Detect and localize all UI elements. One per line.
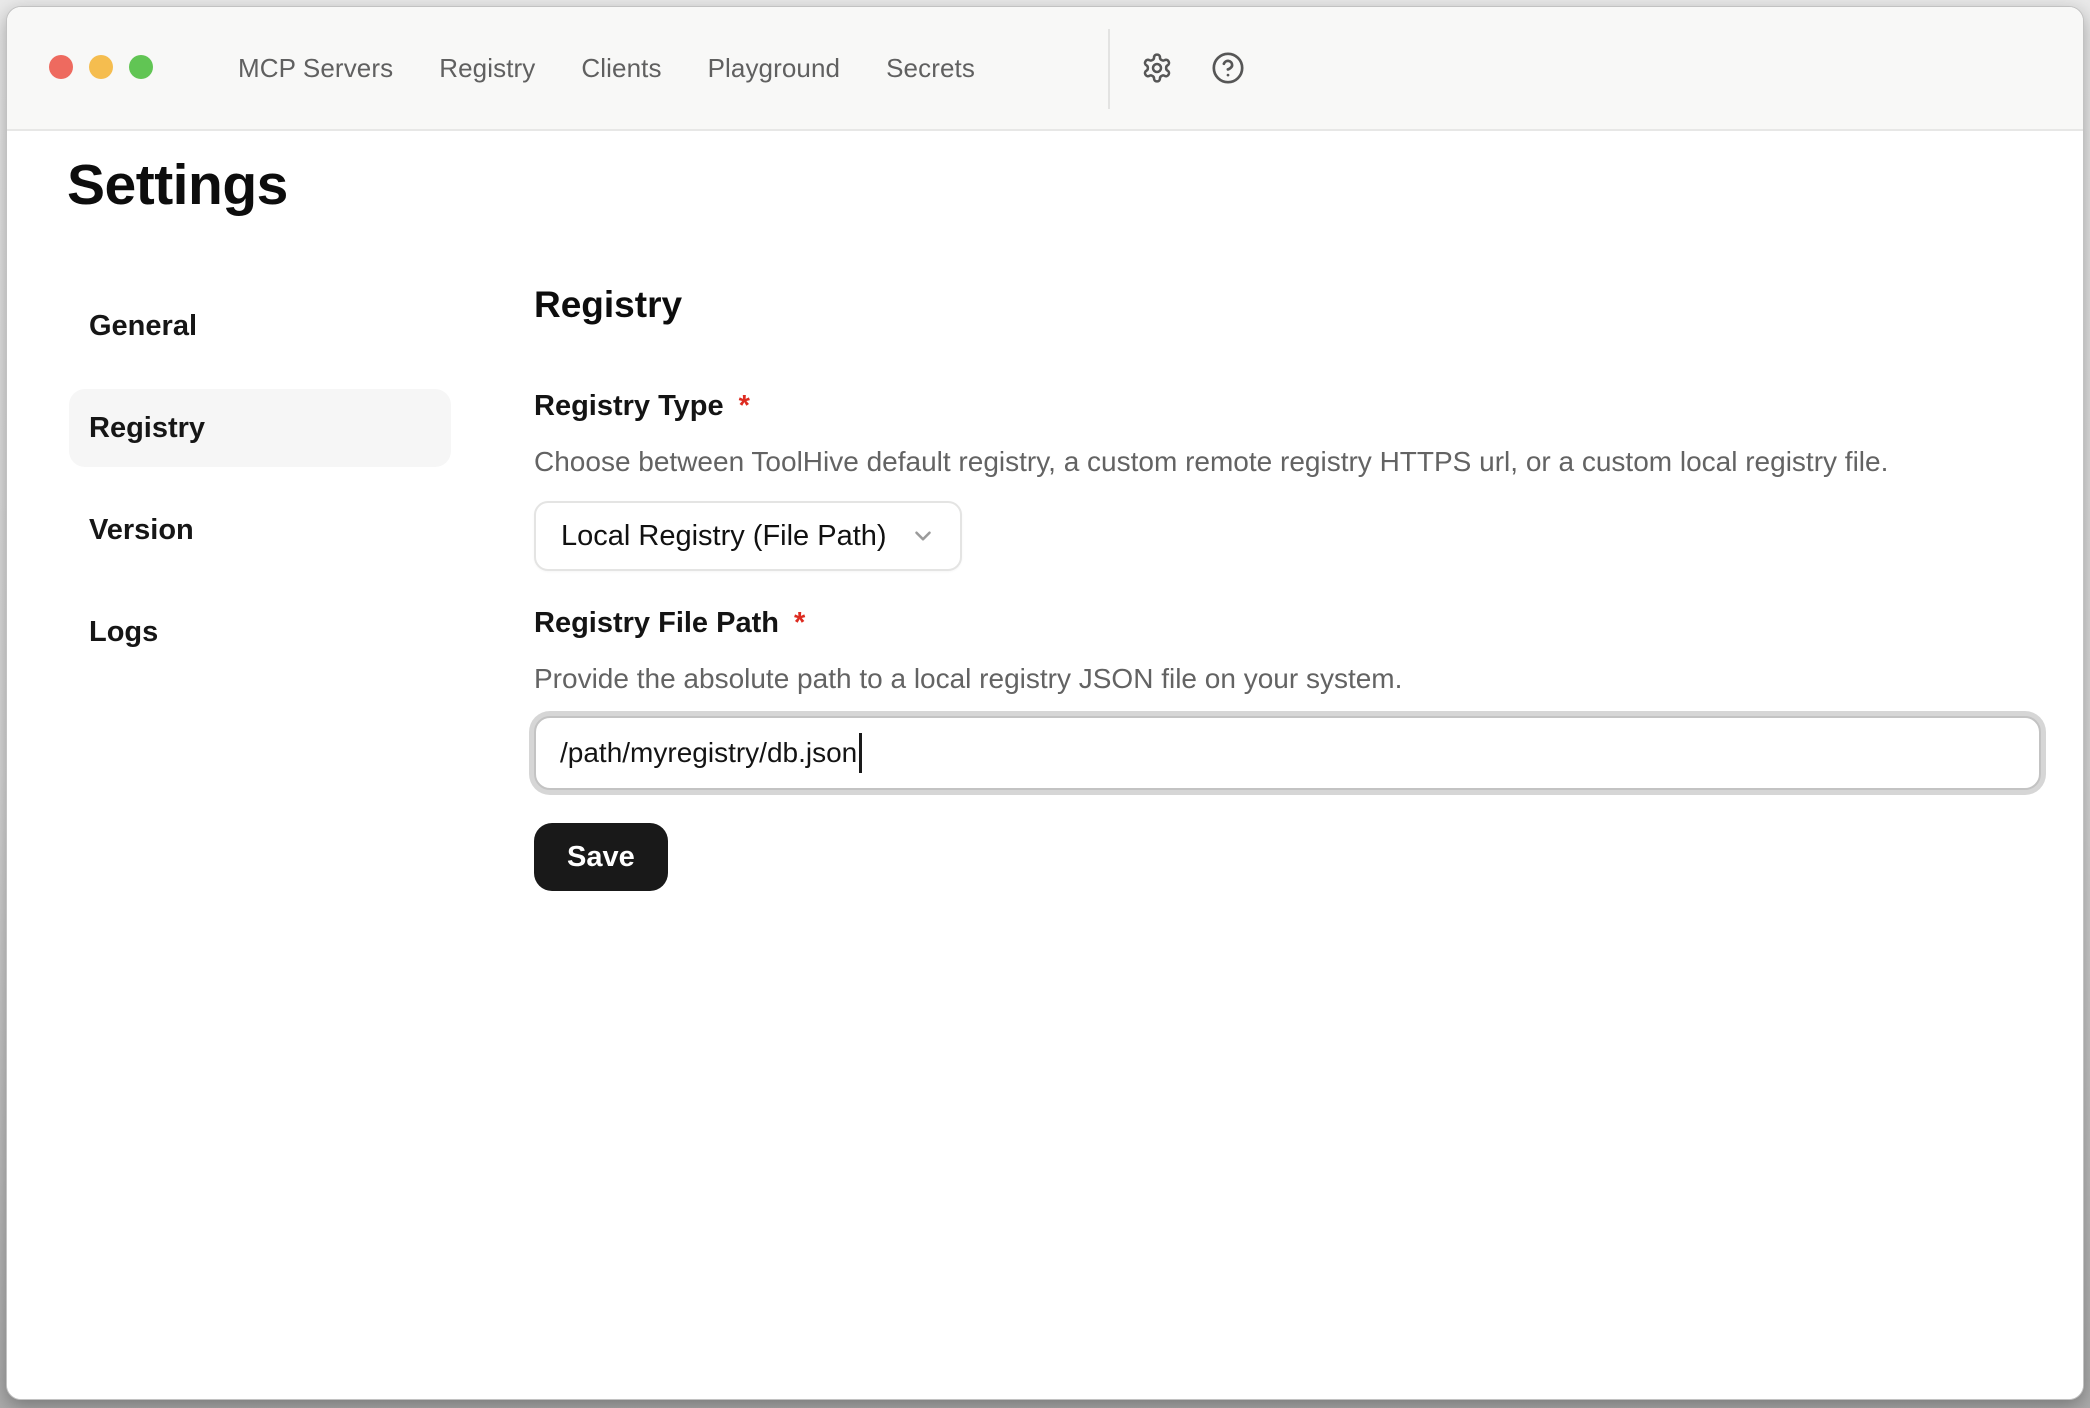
registry-file-path-label: Registry File Path * xyxy=(534,605,805,643)
registry-type-label-text: Registry Type xyxy=(534,390,724,422)
registry-file-path-description: Provide the absolute path to a local reg… xyxy=(534,661,1402,697)
chevron-down-icon xyxy=(910,523,936,549)
sidebar-item-version[interactable]: Version xyxy=(69,491,451,569)
titlebar: MCP Servers Registry Clients Playground … xyxy=(7,7,2083,131)
settings-gear-icon[interactable] xyxy=(1141,52,1173,84)
sidebar-item-logs[interactable]: Logs xyxy=(69,593,451,671)
nav-item-mcp-servers[interactable]: MCP Servers xyxy=(238,53,393,84)
help-icon[interactable] xyxy=(1211,51,1245,85)
nav-item-registry[interactable]: Registry xyxy=(439,53,535,84)
close-window-button[interactable] xyxy=(49,55,73,79)
section-title: Registry xyxy=(534,283,682,327)
registry-settings-panel: Registry Registry Type * Choose between T… xyxy=(534,133,2041,1399)
registry-file-path-label-text: Registry File Path xyxy=(534,607,779,639)
registry-type-select[interactable]: Local Registry (File Path) xyxy=(534,501,962,571)
sidebar-item-registry[interactable]: Registry xyxy=(69,389,451,467)
nav-item-secrets[interactable]: Secrets xyxy=(886,53,975,84)
required-asterisk: * xyxy=(739,390,750,422)
settings-sidebar: General Registry Version Logs xyxy=(69,287,451,671)
registry-file-path-value: /path/myregistry/db.json xyxy=(560,737,857,769)
required-asterisk: * xyxy=(794,607,805,639)
registry-type-selected-value: Local Registry (File Path) xyxy=(561,520,898,553)
text-cursor xyxy=(859,733,862,773)
titlebar-icon-group xyxy=(1141,7,1245,129)
nav-item-clients[interactable]: Clients xyxy=(581,53,661,84)
app-window: MCP Servers Registry Clients Playground … xyxy=(6,6,2084,1400)
save-button[interactable]: Save xyxy=(534,823,668,891)
page-title: Settings xyxy=(67,151,288,219)
zoom-window-button[interactable] xyxy=(129,55,153,79)
settings-page: Settings General Registry Version Logs R… xyxy=(7,133,2083,1399)
registry-type-description: Choose between ToolHive default registry… xyxy=(534,444,1888,480)
top-navigation: MCP Servers Registry Clients Playground … xyxy=(238,7,975,129)
registry-type-label: Registry Type * xyxy=(534,388,750,426)
traffic-lights xyxy=(49,55,153,79)
minimize-window-button[interactable] xyxy=(89,55,113,79)
nav-item-playground[interactable]: Playground xyxy=(708,53,841,84)
titlebar-divider xyxy=(1108,29,1110,109)
registry-file-path-input[interactable]: /path/myregistry/db.json xyxy=(534,716,2041,790)
sidebar-item-general[interactable]: General xyxy=(69,287,451,365)
